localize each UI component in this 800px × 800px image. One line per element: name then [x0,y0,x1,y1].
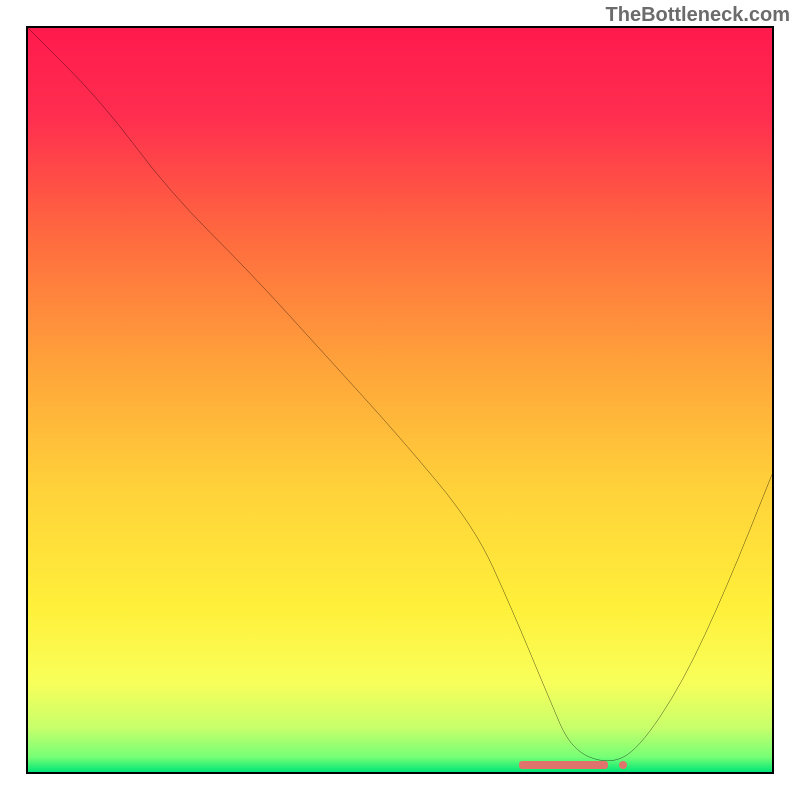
attribution-text: TheBottleneck.com [606,4,790,27]
optimal-point-marker [619,761,627,769]
chart-frame [26,26,774,774]
optimal-range-marker [519,761,608,769]
bottleneck-curve [28,28,772,761]
curve-svg [28,28,772,772]
